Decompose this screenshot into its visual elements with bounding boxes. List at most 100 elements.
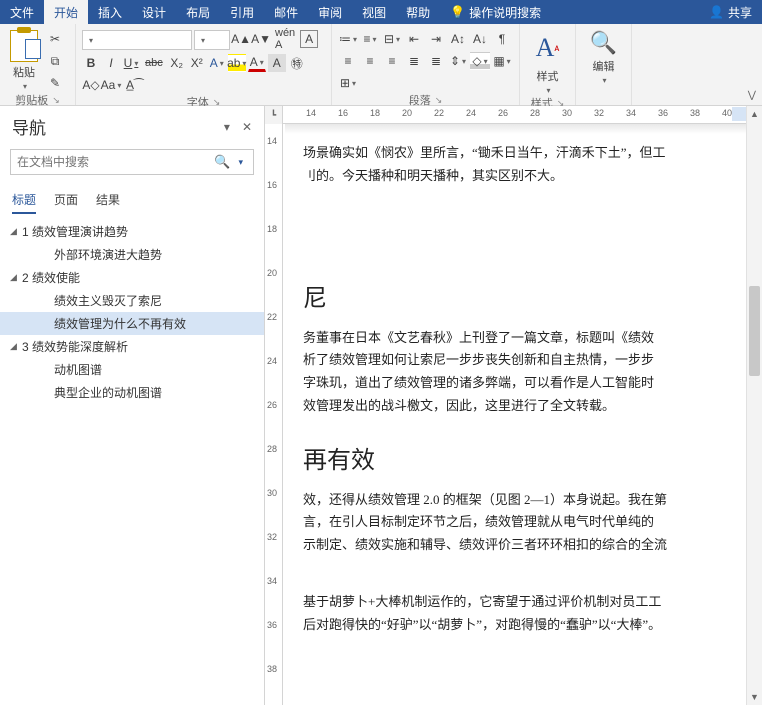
phonetic-guide-button[interactable]: wénA: [272, 30, 298, 48]
nav-search-dropdown[interactable]: ▾: [234, 157, 247, 168]
tab-review[interactable]: 审阅: [308, 0, 352, 24]
text-effects-button[interactable]: A▾: [208, 54, 226, 72]
increase-indent-button[interactable]: ⇥: [426, 30, 446, 48]
tab-insert[interactable]: 插入: [88, 0, 132, 24]
snap-to-grid-button[interactable]: ⊞▾: [338, 74, 358, 92]
body-text: 后对跑得快的“好驴”以“胡萝卜”，对跑得慢的“蠢驴”以“大棒”。: [303, 614, 748, 637]
vruler-number: 14: [267, 136, 277, 146]
collapse-ribbon-button[interactable]: ⋁: [748, 90, 756, 101]
numbering-button[interactable]: ≡▾: [360, 30, 380, 48]
tree-heading-2[interactable]: 动机图谱: [0, 358, 264, 381]
clipboard-launcher-icon[interactable]: ↘: [52, 95, 60, 106]
tree-heading-2[interactable]: 典型企业的动机图谱: [0, 381, 264, 404]
ruler-number: 32: [583, 108, 615, 118]
scroll-up-button[interactable]: ▲: [747, 106, 762, 122]
share-button[interactable]: 👤 共享: [699, 0, 762, 24]
fit-text-button[interactable]: A̲⁀: [122, 76, 148, 94]
tell-me-search[interactable]: 💡 操作说明搜索: [440, 0, 551, 24]
line-spacing-button[interactable]: ⇕▾: [448, 52, 468, 70]
align-center-button[interactable]: ≡: [360, 52, 380, 70]
align-left-button[interactable]: ≡: [338, 52, 358, 70]
bullets-button[interactable]: ≔▾: [338, 30, 358, 48]
tab-file[interactable]: 文件: [0, 0, 44, 24]
tree-heading-2[interactable]: 绩效主义毁灭了索尼: [0, 289, 264, 312]
sort-button[interactable]: A↓: [470, 30, 490, 48]
body-text: 务董事在日本《文艺春秋》上刊登了一篇文章，标题叫《绩效: [303, 327, 748, 350]
tab-design[interactable]: 设计: [132, 0, 176, 24]
font-name-selector[interactable]: ▾: [82, 30, 192, 50]
decrease-indent-button[interactable]: ⇤: [404, 30, 424, 48]
styles-button[interactable]: Aᴀ 样式 ▾: [526, 30, 570, 95]
tab-help[interactable]: 帮助: [396, 0, 440, 24]
tree-item-label: 1 绩效管理演讲趋势: [22, 223, 128, 240]
enclose-char-button[interactable]: ㊕: [288, 54, 306, 72]
underline-button[interactable]: U▾: [122, 54, 140, 72]
tab-references[interactable]: 引用: [220, 0, 264, 24]
body-text: 字珠玑，道出了绩效管理的诸多弊端，可以看作是人工智能时: [303, 372, 748, 395]
vertical-ruler[interactable]: 14161820222426283032343638: [265, 124, 283, 705]
vertical-scrollbar[interactable]: ▲ ▼: [746, 106, 762, 705]
tree-heading-2[interactable]: 绩效管理为什么不再有效: [0, 312, 264, 335]
nav-dropdown-button[interactable]: ▾: [224, 120, 230, 134]
italic-button[interactable]: I: [102, 54, 120, 72]
nav-tab-pages[interactable]: 页面: [54, 187, 78, 214]
ruler-number: 38: [679, 108, 711, 118]
cut-button[interactable]: ✂: [46, 30, 64, 48]
search-icon[interactable]: 🔍: [210, 154, 234, 170]
nav-tab-headings[interactable]: 标题: [12, 187, 36, 214]
bold-button[interactable]: B: [82, 54, 100, 72]
strikethrough-button[interactable]: abc: [142, 54, 166, 72]
tab-mailings[interactable]: 邮件: [264, 0, 308, 24]
grow-font-button[interactable]: A▲: [232, 30, 250, 48]
horizontal-ruler[interactable]: ┗ 1416182022242628303234363840: [265, 106, 762, 124]
nav-headings-tree: ◢1 绩效管理演讲趋势外部环境演进大趋势◢2 绩效使能绩效主义毁灭了索尼绩效管理…: [0, 214, 264, 410]
vruler-number: 32: [267, 532, 277, 542]
subscript-button[interactable]: X₂: [168, 54, 186, 72]
tree-heading-2[interactable]: 外部环境演进大趋势: [0, 243, 264, 266]
editing-button[interactable]: 🔍 编辑 ▾: [586, 30, 621, 85]
scroll-thumb[interactable]: [749, 286, 760, 376]
nav-search-box[interactable]: 🔍 ▾: [10, 149, 254, 175]
multilevel-list-button[interactable]: ⊟▾: [382, 30, 402, 48]
format-painter-button[interactable]: ✎: [46, 74, 64, 92]
document-page[interactable]: 场景确实如《悯农》里所言，“锄禾日当午，汗滴禾下土”，但工 刂的。今天播种和明天…: [283, 124, 762, 705]
copy-button[interactable]: ⧉: [46, 52, 64, 70]
tab-layout[interactable]: 布局: [176, 0, 220, 24]
nav-tab-results[interactable]: 结果: [96, 187, 120, 214]
tree-item-label: 2 绩效使能: [22, 269, 80, 286]
borders-button[interactable]: ▦▾: [492, 52, 512, 70]
tree-heading-1[interactable]: ◢2 绩效使能: [0, 266, 264, 289]
paragraph-launcher-icon[interactable]: ↘: [435, 95, 443, 106]
vruler-number: 30: [267, 488, 277, 498]
char-shading-button[interactable]: A: [268, 54, 286, 72]
tree-heading-1[interactable]: ◢1 绩效管理演讲趋势: [0, 220, 264, 243]
change-case-button[interactable]: Aa▾: [102, 76, 120, 94]
clear-formatting-button[interactable]: A◇: [82, 76, 100, 94]
character-border-button[interactable]: A: [300, 30, 318, 48]
highlight-button[interactable]: ab▾: [228, 54, 246, 72]
tab-home[interactable]: 开始: [44, 0, 88, 24]
share-label: 共享: [728, 4, 752, 21]
tree-item-label: 典型企业的动机图谱: [54, 384, 162, 401]
tab-selector[interactable]: ┗: [265, 106, 283, 124]
text-direction-button[interactable]: A↕: [448, 30, 468, 48]
shrink-font-button[interactable]: A▼: [252, 30, 270, 48]
show-marks-button[interactable]: ¶: [492, 30, 512, 48]
navigation-title: 导航: [12, 114, 46, 139]
superscript-button[interactable]: X²: [188, 54, 206, 72]
distributed-button[interactable]: ≣: [426, 52, 446, 70]
justify-button[interactable]: ≣: [404, 52, 424, 70]
align-right-button[interactable]: ≡: [382, 52, 402, 70]
paste-button[interactable]: 粘贴 ▾: [6, 30, 42, 91]
ruler-number: 16: [327, 108, 359, 118]
nav-search-input[interactable]: [17, 155, 210, 169]
tree-heading-1[interactable]: ◢3 绩效势能深度解析: [0, 335, 264, 358]
ruler-number: 26: [487, 108, 519, 118]
nav-close-button[interactable]: ✕: [242, 120, 252, 134]
tab-view[interactable]: 视图: [352, 0, 396, 24]
font-size-selector[interactable]: ▾: [194, 30, 230, 50]
font-color-button[interactable]: A▾: [248, 54, 266, 72]
scroll-down-button[interactable]: ▼: [747, 689, 762, 705]
shading-button[interactable]: ◇▾: [470, 52, 490, 70]
vruler-number: 18: [267, 224, 277, 234]
